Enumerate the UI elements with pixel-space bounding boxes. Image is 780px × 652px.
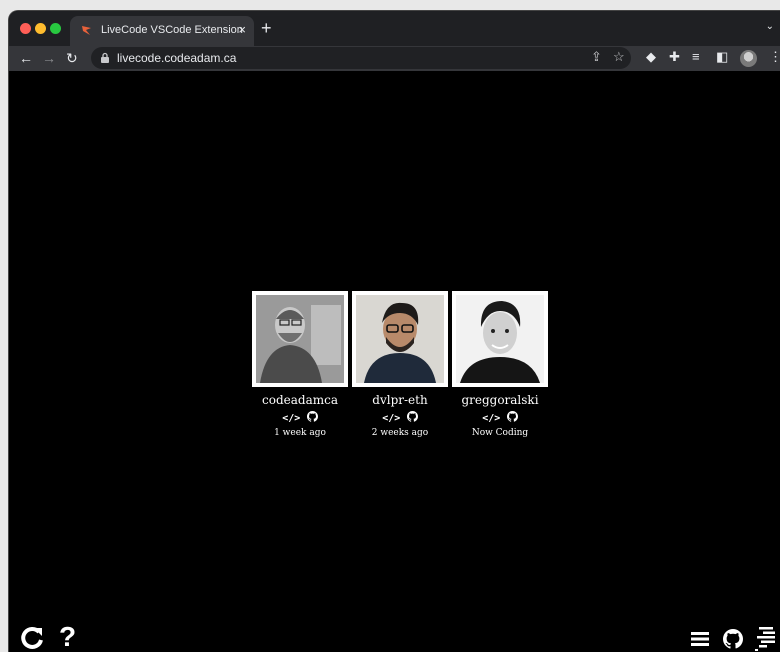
address-bar[interactable]: livecode.codeadam.ca ⇪ ☆ (91, 47, 631, 69)
back-arrow-icon[interactable]: ← (19, 50, 33, 66)
close-window-button[interactable] (20, 23, 31, 34)
code-icon[interactable]: </> (282, 413, 300, 424)
bookmark-star-icon[interactable]: ☆ (613, 49, 625, 65)
help-question-icon[interactable]: ? (59, 621, 76, 652)
last-active-status: 2 weeks ago (371, 428, 429, 438)
reload-icon[interactable]: ↻ (66, 50, 78, 66)
livecode-logo-icon[interactable] (755, 627, 777, 652)
url-text: livecode.codeadam.ca (117, 51, 237, 65)
user-avatar (452, 291, 548, 387)
new-tab-button[interactable]: + (261, 19, 272, 37)
tab-strip: LiveCode VSCode Extension × + ⌄ (9, 11, 780, 46)
user-card: dvlpr-eth </> 2 weeks ago (352, 291, 448, 438)
code-icon[interactable]: </> (382, 413, 400, 424)
lock-icon (101, 52, 109, 63)
more-menu-icon[interactable]: ⋮ (769, 49, 780, 65)
github-icon[interactable] (406, 409, 418, 427)
last-active-status: Now Coding (471, 428, 529, 438)
user-card: greggoralski </> Now Coding (452, 291, 548, 438)
hamburger-menu-icon[interactable] (691, 631, 709, 652)
livecode-favicon-icon (82, 26, 91, 35)
github-icon[interactable] (306, 409, 318, 427)
user-name: dvlpr-eth (372, 393, 428, 407)
user-name: codeadamca (262, 393, 338, 407)
user-name: greggoralski (461, 393, 539, 407)
forward-arrow-icon[interactable]: → (42, 50, 56, 66)
browser-window: LiveCode VSCode Extension × + ⌄ ← → ↻ li… (8, 10, 780, 652)
page-content: codeadamca </> 1 week ago dvlpr-eth </> … (9, 71, 780, 652)
user-avatar (252, 291, 348, 387)
puzzle-extensions-icon[interactable]: ✚ (669, 49, 680, 65)
browser-tab[interactable]: LiveCode VSCode Extension × (70, 16, 254, 46)
tab-close-icon[interactable]: × (238, 22, 246, 37)
media-queue-icon[interactable]: ≡ (692, 49, 700, 64)
last-active-status: 1 week ago (274, 428, 326, 438)
browser-toolbar: ← → ↻ livecode.codeadam.ca ⇪ ☆ ◆ ✚ ≡ ◧ ⋮ (9, 46, 780, 71)
github-icon[interactable] (723, 629, 743, 652)
tab-search-chevron-icon[interactable]: ⌄ (766, 21, 774, 32)
side-panel-icon[interactable]: ◧ (716, 49, 728, 65)
extension-icon[interactable]: ◆ (646, 49, 656, 65)
code-icon[interactable]: </> (482, 413, 500, 424)
tab-title: LiveCode VSCode Extension (101, 24, 243, 36)
user-avatar (352, 291, 448, 387)
share-icon[interactable]: ⇪ (591, 49, 602, 65)
maximize-window-button[interactable] (50, 23, 61, 34)
minimize-window-button[interactable] (35, 23, 46, 34)
github-icon[interactable] (506, 409, 518, 427)
user-card: codeadamca </> 1 week ago (252, 291, 348, 438)
profile-avatar[interactable] (740, 50, 757, 67)
refresh-icon[interactable] (19, 625, 45, 652)
